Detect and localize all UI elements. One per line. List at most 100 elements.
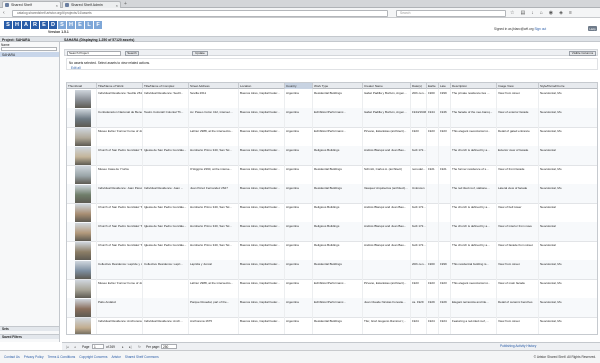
table-cell: 1900 (427, 89, 439, 109)
star-icon[interactable]: ☆ (510, 10, 514, 16)
tab-shared-shelf[interactable]: Shared Shelf × (2, 1, 61, 8)
table-row[interactable]: Collective Residence: Lapride y JuncalCo… (67, 260, 597, 280)
thumbnail-cell[interactable] (67, 279, 97, 299)
sidebar-item-saved-filters[interactable]: Saved Filters (0, 334, 59, 339)
table-cell: Church of San Pedro González Telmo (97, 222, 143, 242)
table-cell: Humberto Primo 340, San Tel... (189, 222, 239, 242)
table-row[interactable]: Church of San Pedro González TelmoIglesi… (67, 241, 597, 261)
table-row[interactable]: Confederacion Nacional de BeneficenciaTe… (67, 108, 597, 128)
footer-link[interactable]: Shared Shelf Commons (125, 355, 159, 359)
thumbnail-image[interactable] (75, 223, 91, 241)
download-icon[interactable]: ↓ (531, 10, 534, 16)
table-row[interactable]: Individual Residence: Juan Pérez Fernand… (67, 184, 597, 204)
tab-shared-shelf-admin[interactable]: Shared Shelf Admin × (62, 1, 121, 8)
table-cell: Individual Residence: Seville 2611 (97, 89, 143, 109)
edit-all-link[interactable]: Edit all (71, 66, 81, 70)
thumbnail-cell[interactable] (67, 317, 97, 334)
prev-page-icon[interactable]: ◂ (74, 345, 76, 349)
home-icon[interactable]: ⌂ (540, 10, 543, 16)
table-cell: The church is defined by a... (451, 241, 497, 261)
back-icon[interactable]: ‹ (3, 10, 5, 16)
thumbnail-image[interactable] (75, 128, 91, 146)
table-row[interactable]: Museo Evita / Former home of José de Car… (67, 279, 597, 299)
table-cell: Buenos Aires, Capital Feder... (239, 165, 285, 185)
next-page-icon[interactable]: ▸ (122, 345, 124, 349)
thumbnail-image[interactable] (75, 242, 91, 260)
thumbnail-cell[interactable] (67, 260, 97, 280)
footer-link[interactable]: Copyright Concerns (79, 355, 107, 359)
thumbnail-image[interactable] (75, 147, 91, 165)
publishing-history-link[interactable]: Publishing Activity History (500, 344, 536, 348)
per-page-select[interactable]: 250 (161, 344, 177, 349)
footer-link[interactable]: Artstor (111, 355, 120, 359)
thumbnail-image[interactable] (75, 166, 91, 184)
footer-link[interactable]: Privacy Policy (24, 355, 44, 359)
new-tab-icon[interactable]: + (124, 1, 127, 7)
bookmarks-icon[interactable]: ▤ (520, 10, 525, 16)
thumbnail-cell[interactable] (67, 89, 97, 109)
table-row[interactable]: Church of San Pedro González TelmoIglesi… (67, 146, 597, 166)
sidebar-item-sahara[interactable]: SAHARA (0, 52, 59, 57)
table-cell: Argentina (285, 317, 313, 334)
table-row[interactable]: Church of San Pedro González TelmoIglesi… (67, 222, 597, 242)
thumbnail-cell[interactable] (67, 184, 97, 204)
thumbnail-cell[interactable] (67, 298, 97, 318)
table-cell: Argentina (285, 127, 313, 147)
table-row[interactable]: Individual Residence: Anchorena 1675Indi… (67, 317, 597, 334)
page-input[interactable]: 1 (92, 344, 104, 349)
table-cell: Individual Residence: Sevill... (143, 89, 189, 109)
table-row[interactable]: Palio Andaluz Parque Rosedal, part of the… (67, 298, 597, 318)
table-cell: Argentina (285, 89, 313, 109)
thumbnail-image[interactable] (75, 280, 91, 298)
help-button[interactable]: Help (588, 26, 597, 31)
sign-out-link[interactable]: Sign out (534, 27, 546, 31)
chat-icon[interactable]: ◉ (549, 10, 553, 16)
url-bar[interactable]: catalog.sharedshelf.artstor.org/#/projec… (12, 9, 388, 17)
sidebar-filter-input[interactable] (1, 47, 57, 51)
sidebar-item-sets[interactable]: Sets (0, 326, 59, 331)
table-cell: View of facade from street (497, 241, 539, 261)
thumbnail-image[interactable] (75, 299, 91, 317)
project-search-input[interactable]: Search Project (67, 51, 121, 56)
thumbnail-image[interactable] (75, 261, 91, 279)
table-row[interactable]: Museo Evita / Former home of José de Car… (67, 127, 597, 147)
search-button[interactable]: Search (125, 51, 139, 56)
thumbnail-cell[interactable] (67, 146, 97, 166)
selection-text: No assets selected. Select assets to vie… (69, 61, 150, 65)
refresh-icon[interactable]: ↻ (138, 345, 141, 349)
thumbnail-image[interactable] (75, 109, 91, 127)
thumbnail-cell[interactable] (67, 108, 97, 128)
sidebar: Name SAHARA Sets Saved Filters (0, 42, 60, 342)
table-cell: This elegant neocolonial st... (451, 127, 497, 147)
thumbnail-cell[interactable] (67, 203, 97, 223)
thumbnail-cell[interactable] (67, 222, 97, 242)
table-cell: Argentina (285, 241, 313, 261)
first-page-icon[interactable]: |◂ (66, 345, 68, 349)
table-row[interactable]: Individual Residence: Seville 2611 Indivi… (67, 89, 597, 109)
asset-count-title: SAHARA (Displaying 1-250 of 57120 assets… (64, 37, 135, 42)
menu-icon[interactable]: ≡ (569, 10, 572, 16)
shield-icon[interactable]: ◈ (559, 10, 563, 16)
thumbnail-image[interactable] (75, 204, 91, 222)
table-cell: Buenos Aires, Capital Feder... (239, 222, 285, 242)
thumbnail-cell[interactable] (67, 165, 97, 185)
table-cell: 1923 (427, 127, 439, 147)
close-icon[interactable]: × (116, 3, 118, 8)
update-button[interactable]: Update (192, 51, 208, 56)
thumbnail-image[interactable] (75, 185, 91, 203)
close-icon[interactable]: × (56, 3, 58, 8)
visible-columns-button[interactable]: Visible Columns (569, 51, 596, 56)
table-cell: Isabel Padilla y Borbón, Argen... (363, 89, 411, 109)
last-page-icon[interactable]: ▸| (129, 345, 131, 349)
thumbnail-image[interactable] (75, 90, 91, 108)
table-cell: Vasquez Arquitectos (architect)... (363, 184, 411, 204)
table-row[interactable]: Church of San Pedro González TelmoIglesi… (67, 203, 597, 223)
footer-link[interactable]: Terms & Conditions (48, 355, 76, 359)
table-cell: View of bell tower (497, 203, 539, 223)
thumbnail-cell[interactable] (67, 241, 97, 261)
thumbnail-cell[interactable] (67, 127, 97, 147)
table-row[interactable]: Museo Casa de Yrurtia O'Higgins 2390, at … (67, 165, 597, 185)
browser-search-input[interactable]: Search (396, 9, 506, 17)
footer-link[interactable]: Contact Us (4, 355, 20, 359)
thumbnail-image[interactable] (75, 318, 91, 334)
